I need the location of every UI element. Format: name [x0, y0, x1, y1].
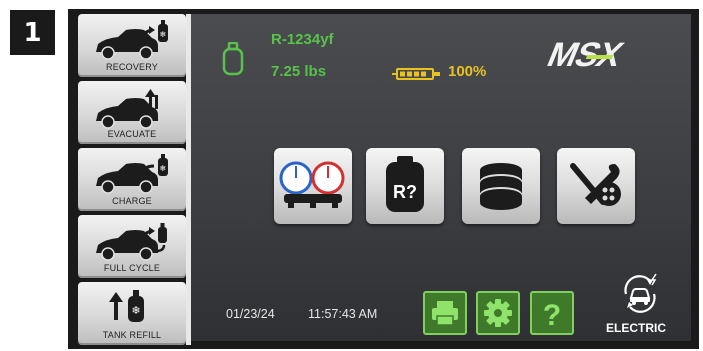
sidebar-item-label: CHARGE	[112, 196, 152, 206]
svg-text:❄: ❄	[131, 304, 140, 317]
refrigerant-tank-icon	[222, 42, 244, 76]
svg-text:MSX: MSX	[542, 36, 629, 73]
settings-button[interactable]	[476, 291, 520, 335]
database-button[interactable]	[462, 148, 540, 224]
sidebar-item-charge[interactable]: ❄ CHARGE	[78, 148, 186, 211]
svg-text:R?: R?	[393, 182, 417, 202]
sidebar-item-label: EVACUATE	[107, 129, 157, 139]
refrigerant-name: R-1234yf	[271, 31, 334, 48]
sidebar-item-evacuate[interactable]: EVACUATE	[78, 81, 186, 144]
database-icon	[480, 163, 522, 210]
msx-logo: MSX	[542, 36, 629, 73]
car-full-cycle-icon	[96, 223, 167, 261]
sidebar: ❄ RECOVERY EVACUATE ❄ CHARGE FULL CYCLE …	[78, 14, 186, 345]
car-tank-recovery-icon: ❄	[96, 20, 168, 60]
svg-text:❄: ❄	[160, 164, 167, 173]
gear-icon	[484, 299, 512, 327]
question-mark-icon: ?	[543, 299, 561, 332]
printer-icon	[432, 301, 458, 326]
battery-percentage: 100%	[448, 63, 487, 80]
gauges-button[interactable]	[274, 148, 352, 224]
gauges-icon	[279, 161, 345, 208]
tank-refill-icon: ❄	[109, 290, 144, 322]
car-tank-charge-icon: ❄	[96, 154, 168, 194]
current-time: 11:57:43 AM	[308, 307, 378, 321]
current-date: 01/23/24	[226, 307, 275, 321]
refrigerant-weight: 7.25 lbs	[271, 63, 327, 80]
sidebar-item-tank-refill[interactable]: ❄ TANK REFILL	[78, 282, 186, 345]
print-button[interactable]	[423, 291, 467, 335]
sidebar-item-label: TANK REFILL	[102, 330, 162, 340]
help-button[interactable]: ?	[530, 291, 574, 335]
sidebar-item-full-cycle[interactable]: FULL CYCLE	[78, 215, 186, 278]
sidebar-divider	[186, 14, 191, 345]
battery-icon	[392, 68, 440, 80]
car-up-arrow-icon	[96, 89, 158, 129]
step-number-badge: 1	[10, 10, 55, 55]
sidebar-item-label: RECOVERY	[106, 62, 158, 72]
sidebar-item-label: FULL CYCLE	[103, 263, 161, 273]
electric-car-icon[interactable]	[620, 272, 660, 316]
tools-icon	[570, 163, 621, 206]
service-tools-button[interactable]	[557, 148, 635, 224]
svg-text:?: ?	[543, 299, 561, 332]
electric-mode-label: ELECTRIC	[606, 321, 666, 335]
svg-text:❄: ❄	[160, 30, 167, 39]
tank-question-icon: R?	[386, 156, 424, 212]
sidebar-item-recovery[interactable]: ❄ RECOVERY	[78, 14, 186, 77]
refrigerant-identifier-button[interactable]: R?	[366, 148, 444, 224]
